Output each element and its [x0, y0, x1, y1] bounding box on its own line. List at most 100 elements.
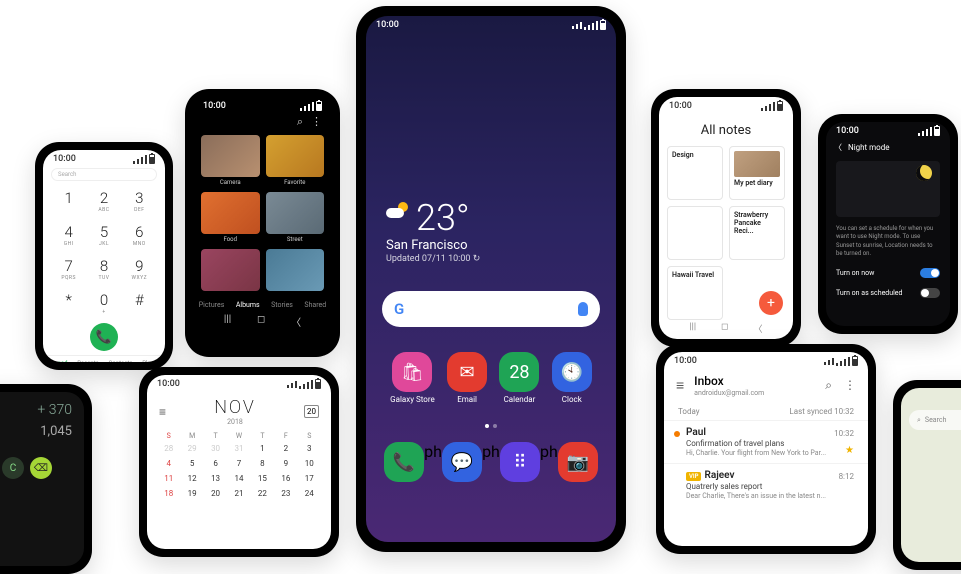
date-cell[interactable]: 17 — [298, 474, 321, 483]
dial-key[interactable]: 5JKL — [86, 219, 121, 251]
date-cell[interactable]: 3 — [298, 444, 321, 453]
date-cell[interactable]: 21 — [227, 489, 250, 498]
date-cell[interactable]: 1 — [251, 444, 274, 453]
home-icon[interactable]: ◻ — [257, 314, 265, 329]
dial-key[interactable]: 7PQRS — [51, 253, 86, 285]
recent-icon[interactable]: ||| — [689, 322, 696, 335]
home-icon[interactable]: ◻ — [721, 322, 728, 335]
weather-city: San Francisco — [386, 238, 480, 253]
toggle-turn-on-now[interactable]: Turn on now — [826, 263, 950, 283]
menu-icon[interactable]: ≡ — [676, 377, 684, 394]
date-cell[interactable]: 19 — [180, 489, 203, 498]
calc-delete-button[interactable]: ⌫ — [30, 457, 52, 479]
add-note-button[interactable]: + — [759, 291, 783, 315]
date-cell[interactable]: 6 — [204, 459, 227, 468]
tab[interactable]: Albums — [236, 301, 260, 309]
app-icon[interactable]: 📞 — [384, 442, 424, 482]
app-icon[interactable]: ⠿ — [500, 442, 540, 482]
date-cell[interactable]: 24 — [298, 489, 321, 498]
dial-key[interactable]: 3DEF — [122, 185, 157, 217]
tab[interactable]: Stories — [271, 301, 293, 309]
more-icon[interactable]: ⋮ — [311, 115, 322, 129]
map-search-bar[interactable]: ⌕Search — [909, 410, 961, 430]
note-card[interactable]: Strawberry Pancake Reci... — [729, 206, 785, 260]
google-search-bar[interactable]: G — [382, 291, 600, 327]
note-card[interactable] — [667, 206, 723, 260]
weather-widget[interactable]: 23° San Francisco Updated 07/11 10:00 ↻ — [386, 200, 480, 264]
recent-icon[interactable]: ||| — [224, 314, 231, 329]
app-icon[interactable]: 💬 — [442, 442, 482, 482]
album-item[interactable]: Food — [201, 192, 260, 243]
dial-key[interactable]: 8TUV — [86, 253, 121, 285]
date-cell[interactable]: 10 — [298, 459, 321, 468]
dial-key[interactable]: * — [51, 287, 86, 319]
date-cell[interactable]: 11 — [157, 474, 180, 483]
tab[interactable]: Contacts — [108, 360, 132, 362]
mic-icon[interactable] — [578, 302, 588, 316]
date-cell[interactable]: 9 — [274, 459, 297, 468]
tab[interactable]: Pictures — [199, 301, 225, 309]
search-field[interactable]: Search — [51, 168, 157, 181]
album-item[interactable] — [201, 249, 260, 293]
app-icon[interactable]: 🕙Clock — [552, 352, 592, 404]
dial-key[interactable]: 1 — [51, 185, 86, 217]
mail-item[interactable]: PaulConfirmation of travel plansHi, Char… — [664, 420, 868, 463]
dial-key[interactable]: 0+ — [86, 287, 121, 319]
app-icon[interactable]: 🛍Galaxy Store — [390, 352, 435, 404]
tab[interactable]: Keypad — [48, 360, 68, 362]
date-cell[interactable]: 30 — [204, 444, 227, 453]
date-cell[interactable]: 5 — [180, 459, 203, 468]
date-cell[interactable]: 14 — [227, 474, 250, 483]
album-item[interactable]: Camera — [201, 135, 260, 186]
phone-calendar: 10:00 ≡ NOV2018 20 SMTWTFS 2829303112345… — [139, 367, 339, 557]
date-cell[interactable]: 16 — [274, 474, 297, 483]
date-cell[interactable]: 13 — [204, 474, 227, 483]
tab[interactable]: Recents — [77, 360, 99, 362]
date-cell[interactable]: 20 — [204, 489, 227, 498]
tab[interactable]: Places — [142, 360, 160, 362]
date-cell[interactable]: 23 — [274, 489, 297, 498]
date-cell[interactable]: 15 — [251, 474, 274, 483]
album-item[interactable]: Favorite — [266, 135, 325, 186]
back-icon[interactable]: 〈 — [754, 322, 763, 335]
gallery-actions: ⌕⋮ — [193, 113, 332, 131]
toggle-switch[interactable] — [920, 268, 940, 278]
star-icon[interactable]: ★ — [845, 445, 854, 456]
app-icon[interactable]: 28Calendar — [499, 352, 539, 404]
date-cell[interactable]: 2 — [274, 444, 297, 453]
app-icon[interactable]: 📷 — [558, 442, 598, 482]
date-cell[interactable]: 12 — [180, 474, 203, 483]
date-cell[interactable]: 31 — [227, 444, 250, 453]
dial-key[interactable]: 9WXYZ — [122, 253, 157, 285]
back-icon[interactable]: 〈 — [291, 314, 301, 329]
date-cell[interactable]: 18 — [157, 489, 180, 498]
date-cell[interactable]: 29 — [180, 444, 203, 453]
tab[interactable]: Shared — [304, 301, 326, 309]
date-cell[interactable]: 8 — [251, 459, 274, 468]
back-icon[interactable]: 〈 — [834, 142, 842, 153]
app-icon[interactable]: ✉Email — [447, 352, 487, 404]
today-icon[interactable]: 20 — [304, 405, 319, 418]
note-card[interactable]: Hawaii Travel — [667, 266, 723, 320]
dial-key[interactable]: 6MNO — [122, 219, 157, 251]
album-item[interactable] — [266, 249, 325, 293]
date-cell[interactable]: 4 — [157, 459, 180, 468]
search-icon[interactable]: ⌕ — [825, 378, 832, 393]
dial-key[interactable]: 4GHI — [51, 219, 86, 251]
note-card[interactable]: Design — [667, 146, 723, 200]
call-button[interactable]: 📞 — [90, 323, 118, 351]
dial-key[interactable]: 2ABC — [86, 185, 121, 217]
toggle-switch[interactable] — [920, 288, 940, 298]
album-item[interactable]: Street — [266, 192, 325, 243]
mail-item[interactable]: VIPRajeevQuatrerly sales reportDear Char… — [664, 463, 868, 506]
menu-icon[interactable]: ≡ — [159, 405, 166, 419]
search-icon[interactable]: ⌕ — [297, 115, 303, 129]
note-card[interactable]: My pet diary — [729, 146, 785, 200]
toggle-scheduled[interactable]: Turn on as scheduled — [826, 283, 950, 303]
date-cell[interactable]: 22 — [251, 489, 274, 498]
date-cell[interactable]: 7 — [227, 459, 250, 468]
calc-clear-button[interactable]: C — [2, 457, 24, 479]
date-cell[interactable]: 28 — [157, 444, 180, 453]
more-icon[interactable]: ⋮ — [844, 378, 856, 393]
dial-key[interactable]: # — [122, 287, 157, 319]
